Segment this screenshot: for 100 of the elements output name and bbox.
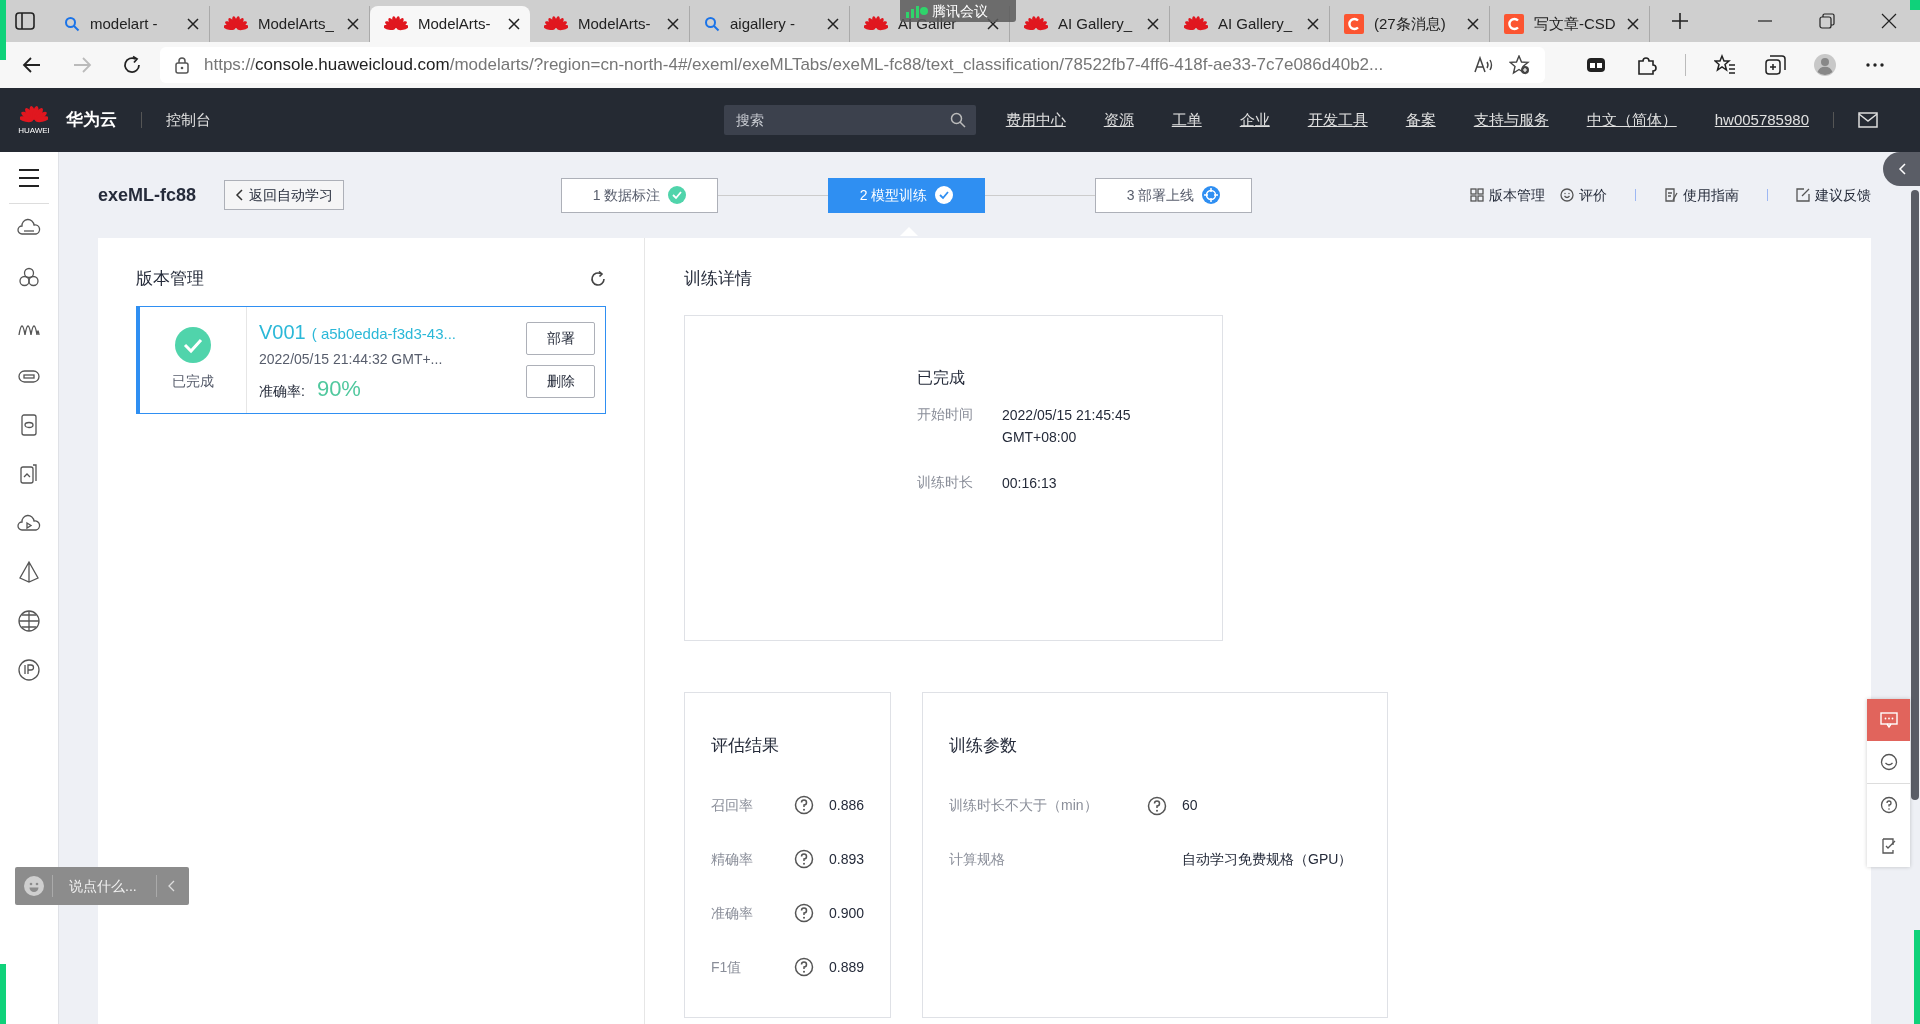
check-circle-icon [668, 186, 687, 204]
nav-link[interactable]: 中文（简体） [1586, 108, 1677, 132]
help-icon[interactable] [793, 795, 814, 815]
metric-value: 0.900 [828, 903, 864, 923]
frame-corner [0, 964, 6, 1024]
close-icon[interactable] [827, 18, 839, 30]
edit-icon [1796, 188, 1810, 202]
tab-title: ModelArts_ [258, 13, 335, 34]
restore-icon[interactable] [1819, 13, 1835, 29]
console-link[interactable]: 控制台 [166, 108, 211, 132]
sidebar-toggle-icon[interactable] [15, 12, 35, 30]
page-title: exeML-fc88 [98, 183, 197, 207]
chat-icon[interactable] [1878, 710, 1899, 730]
action-button[interactable]: 删除 [526, 364, 595, 398]
user-menu[interactable]: hw005785980 [1714, 108, 1809, 132]
check-circle-icon [935, 186, 954, 204]
menu-icon[interactable] [17, 166, 41, 190]
tab-title: ModelArts- [418, 13, 492, 34]
accuracy-value: 90% [316, 374, 361, 403]
metric-label: 精确率 [711, 849, 754, 869]
pyramid-icon[interactable] [17, 560, 41, 584]
close-icon[interactable] [1467, 18, 1479, 30]
tab-title: AI Gallery_ [1218, 13, 1294, 34]
param-value: 自动学习免费规格（GPU） [1182, 849, 1353, 869]
tab-title: AI Gallery_ [1058, 13, 1134, 34]
close-icon[interactable] [508, 18, 520, 30]
read-aloud-icon[interactable] [1473, 56, 1495, 74]
forward-icon [72, 55, 92, 75]
collapse-button[interactable] [1883, 152, 1920, 186]
toolbar-link[interactable]: 版本管理 [1470, 184, 1545, 206]
accuracy-label: 准确率: [259, 381, 305, 401]
logo-text: HUAWEI [18, 127, 50, 135]
nav-link[interactable]: 企业 [1239, 108, 1270, 132]
toolbar-link[interactable]: 使用指南 [1664, 184, 1739, 206]
help-icon[interactable] [793, 957, 814, 977]
new-tab-icon[interactable] [1671, 12, 1689, 30]
help-icon[interactable] [1878, 794, 1899, 815]
close-icon[interactable] [1881, 13, 1897, 29]
nav-link[interactable]: 备案 [1405, 108, 1436, 132]
comment-bar[interactable]: 说点什么... [15, 867, 189, 905]
globe-icon[interactable] [17, 609, 41, 633]
flower-logo-icon [20, 105, 48, 125]
smile-icon [1560, 188, 1574, 202]
nav-link[interactable]: 费用中心 [1005, 108, 1066, 132]
c-logo-icon [1344, 14, 1364, 34]
ip-icon[interactable] [17, 658, 41, 682]
c-logo-icon [1504, 14, 1524, 34]
avatar-icon[interactable] [1814, 54, 1836, 76]
scrollbar-thumb[interactable] [1911, 190, 1919, 800]
metric-value: 0.886 [828, 795, 864, 815]
collections-icon[interactable] [1764, 54, 1786, 76]
search-input[interactable]: 搜索 [733, 108, 950, 132]
address-field[interactable]: https://console.huaweicloud.com/modelarts/?region=cn-north-4#/exeml/exeMLTabs/exeML-fc88/text_classification/78522fb7-4ff6-418f-ae33-7c7e086d40b2... [160, 47, 1545, 83]
chevron-left-icon [1897, 163, 1906, 175]
field-label: 训练时长 [917, 473, 974, 493]
frame-corner [0, 0, 6, 60]
step-tab[interactable]: 3 部署上线 [1095, 177, 1253, 213]
signal-icon [906, 4, 928, 18]
browser-tab[interactable]: ModelArts- [370, 6, 530, 42]
close-icon[interactable] [1307, 18, 1319, 30]
version-card[interactable]: 已完成 V001 ( a5b0edda-f3d3-43... 2022/05/15 21:44:32 GMT+... 准确率: 90% 部署 删除 [136, 305, 606, 414]
close-icon[interactable] [1627, 18, 1639, 30]
metric-value: 0.893 [828, 849, 864, 869]
help-icon[interactable] [793, 849, 814, 869]
smile-icon[interactable] [1878, 752, 1899, 772]
favorites-icon[interactable] [1714, 54, 1736, 76]
step-tab[interactable]: 1 数据标注 [561, 177, 719, 213]
close-icon[interactable] [667, 18, 679, 30]
refresh-icon [122, 55, 142, 75]
nav-link[interactable]: 资源 [1103, 108, 1134, 132]
close-icon[interactable] [1147, 18, 1159, 30]
search-icon [949, 112, 966, 128]
section-title: 训练详情 [684, 268, 753, 290]
chevron-left-icon [235, 189, 244, 201]
toolbar-link[interactable]: 评价 [1560, 184, 1607, 206]
metric-value: 0.889 [828, 957, 864, 977]
toolbar-link[interactable]: 建议反馈 [1796, 184, 1871, 206]
version-time: 2022/05/15 21:44:32 GMT+... [259, 349, 444, 369]
nav-link[interactable]: 开发工具 [1307, 108, 1368, 132]
field-value: 2022/05/15 21:45:45 GMT+08:00 [1002, 405, 1132, 447]
back-icon [22, 55, 42, 75]
lock-icon [174, 56, 190, 74]
refresh-icon[interactable] [590, 270, 606, 287]
action-button[interactable]: 部署 [526, 321, 595, 355]
help-icon[interactable] [1147, 795, 1167, 816]
brand-name[interactable]: 华为云 [66, 107, 117, 133]
favorite-add-icon[interactable] [1509, 55, 1531, 75]
close-icon[interactable] [347, 18, 359, 30]
back-button[interactable]: 返回自动学习 [224, 180, 345, 210]
search-field[interactable]: 搜索 [723, 105, 976, 135]
nav-link[interactable]: 工单 [1171, 108, 1202, 132]
help-icon[interactable] [793, 903, 814, 923]
metric-label: F1值 [711, 957, 743, 977]
close-icon[interactable] [187, 18, 199, 30]
nav-link[interactable]: 支持与服务 [1473, 108, 1549, 132]
search-icon [704, 16, 720, 32]
mail-icon[interactable] [1858, 112, 1878, 128]
tab-title: modelart - [90, 13, 159, 34]
comment-field[interactable]: 说点什么... [67, 874, 152, 898]
puzzle-icon[interactable] [1635, 54, 1657, 76]
